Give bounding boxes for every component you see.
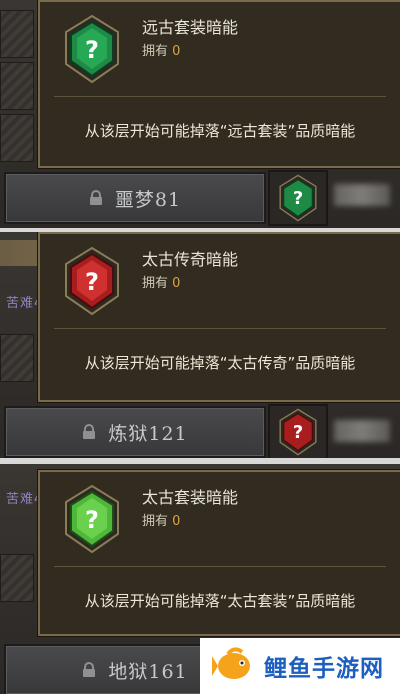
owned-count: 拥有 0 [142,40,180,59]
red-question-gem-icon: ? [279,408,317,456]
tooltip-title: 太古传奇暗能 [142,250,239,269]
owned-count: 拥有 0 [142,510,180,529]
owned-label: 拥有 [142,514,169,529]
svg-text:?: ? [85,268,99,296]
level-label: 炼狱121 [108,422,188,445]
tooltip-divider [54,96,386,97]
background-slot [0,10,34,58]
background-slot [0,114,34,162]
panel-primal-legend: 苦难46 ? 太古传奇暗能 拥有 0 从该层开始可能掉落“太古传奇”品质暗能 炼… [0,232,400,458]
lock-icon [82,424,96,440]
tooltip-primal-legend: ? 太古传奇暗能 拥有 0 从该层开始可能掉落“太古传奇”品质暗能 [38,232,400,402]
level-bar-purgatory[interactable]: 炼狱121 [4,406,266,458]
background-slot [0,62,34,110]
owned-label: 拥有 [142,276,169,291]
green-question-gem-icon: ? [60,14,124,88]
owned-number: 0 [172,514,181,529]
svg-text:?: ? [293,422,303,443]
light-green-question-gem-icon: ? [60,484,124,558]
tooltip-description: 从该层开始可能掉落“太古传奇”品质暗能 [84,354,356,372]
tooltip-divider [54,566,386,567]
blurred-reward [334,420,390,442]
svg-text:?: ? [85,36,99,64]
tooltip-description: 从该层开始可能掉落“太古套装”品质暗能 [84,592,356,610]
svg-text:?: ? [293,188,303,209]
level-bar-nightmare[interactable]: 噩梦81 [4,172,266,224]
level-label: 地狱161 [108,660,188,683]
tooltip-divider [54,328,386,329]
tooltip-ancient-set: ? 远古套装暗能 拥有 0 从该层开始可能掉落“远古套装”品质暗能 [38,0,400,168]
owned-number: 0 [172,276,181,291]
side-badge[interactable]: ? [268,404,328,458]
owned-label: 拥有 [142,44,169,59]
tooltip-description: 从该层开始可能掉落“远古套装”品质暗能 [84,122,356,140]
tooltip-title: 远古套装暗能 [142,18,239,37]
fish-logo-icon [212,644,256,688]
tooltip-primal-set: ? 太古套装暗能 拥有 0 从该层开始可能掉落“太古套装”品质暗能 [38,470,400,636]
svg-text:?: ? [85,506,99,534]
owned-number: 0 [172,44,181,59]
background-slot [0,334,34,382]
green-question-gem-icon: ? [279,174,317,222]
side-badge[interactable]: ? [268,170,328,226]
background-slot [0,554,34,602]
tooltip-title: 太古套装暗能 [142,488,239,507]
panel-ancient-set: ? 远古套装暗能 拥有 0 从该层开始可能掉落“远古套装”品质暗能 噩梦81 ? [0,0,400,228]
lock-icon [82,662,96,678]
owned-count: 拥有 0 [142,272,180,291]
lock-icon [89,190,103,206]
level-label: 噩梦81 [114,188,182,211]
blurred-reward [334,184,390,206]
watermark-text: 鲤鱼手游网 [264,656,384,682]
red-question-gem-icon: ? [60,246,124,320]
watermark: 鲤鱼手游网 [200,638,400,694]
